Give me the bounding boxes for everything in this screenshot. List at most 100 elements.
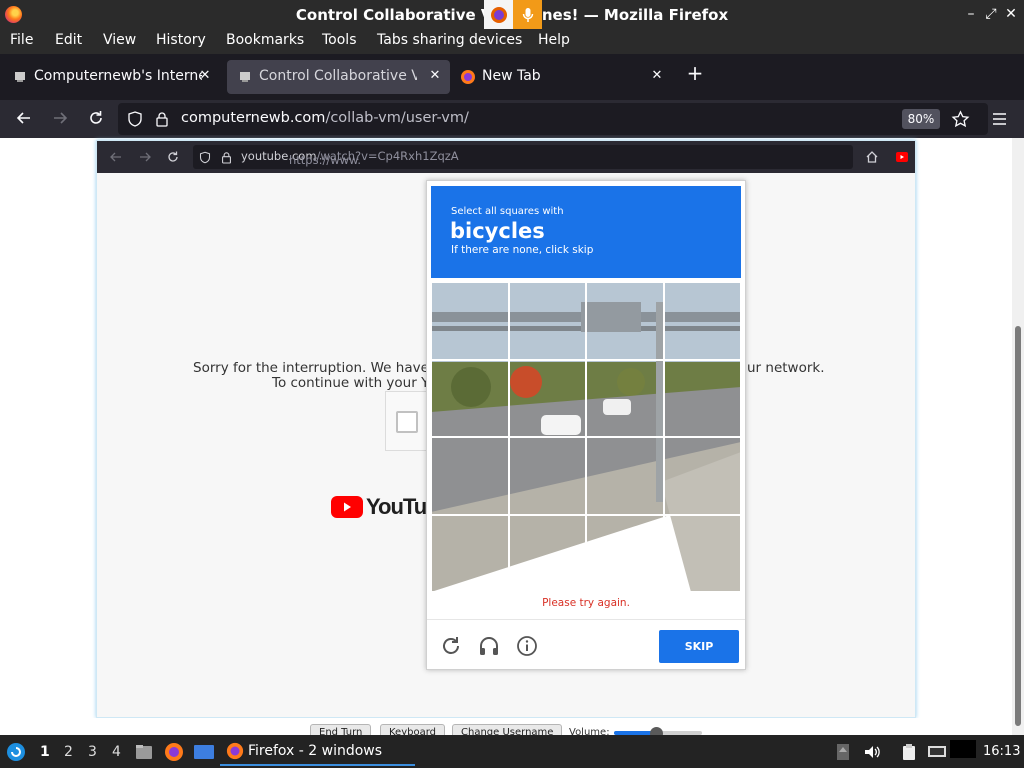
- new-tab-button[interactable]: +: [684, 62, 706, 84]
- skip-button[interactable]: SKIP: [659, 630, 739, 663]
- microphone-icon: [513, 0, 542, 29]
- firefox-launcher-icon[interactable]: [164, 742, 184, 762]
- captcha-tile[interactable]: [508, 359, 586, 437]
- captcha-hint: If there are none, click skip: [451, 244, 594, 256]
- tray-upload-icon[interactable]: [836, 743, 850, 761]
- menu-view[interactable]: View: [103, 32, 136, 48]
- zoom-level-badge[interactable]: 80%: [902, 109, 940, 129]
- captcha-tile[interactable]: [431, 514, 509, 592]
- captcha-target: bicycles: [450, 219, 545, 243]
- computernewb-favicon-icon: [240, 72, 250, 82]
- captcha-tile[interactable]: [431, 359, 509, 437]
- captcha-challenge: Select all squares with bicycles If ther…: [426, 180, 746, 670]
- taskbar-task-label: Firefox - 2 windows: [248, 743, 383, 759]
- reload-icon[interactable]: [439, 634, 463, 658]
- menu-history[interactable]: History: [156, 32, 206, 48]
- start-menu-icon[interactable]: [6, 742, 26, 762]
- volume-slider-thumb[interactable]: [650, 727, 663, 735]
- menu-edit[interactable]: Edit: [55, 32, 82, 48]
- menu-bookmarks[interactable]: Bookmarks: [226, 32, 304, 48]
- captcha-tile[interactable]: [663, 514, 741, 592]
- captcha-tile[interactable]: [663, 282, 741, 360]
- captcha-tile[interactable]: [663, 359, 741, 437]
- captcha-tile[interactable]: [431, 282, 509, 360]
- tab-close-button[interactable]: ✕: [648, 67, 666, 85]
- url-bar[interactable]: computernewb.com/collab-vm/user-vm/: [118, 103, 988, 135]
- vm-back-icon: [110, 152, 121, 162]
- tab-close-button[interactable]: ✕: [196, 67, 214, 85]
- minimize-button[interactable]: –: [962, 5, 980, 23]
- captcha-tile[interactable]: [431, 437, 509, 515]
- menu-tools[interactable]: Tools: [322, 32, 357, 48]
- firefox-favicon-icon: [461, 70, 475, 84]
- forward-button[interactable]: [49, 109, 71, 129]
- close-window-button[interactable]: ✕: [1002, 5, 1020, 23]
- captcha-image-grid: [431, 282, 741, 592]
- workspace-4[interactable]: 4: [112, 744, 121, 760]
- clock[interactable]: 16:13: [983, 744, 1020, 759]
- clipboard-icon[interactable]: [900, 743, 918, 761]
- tab-computernewb[interactable]: Computernewb's Internet ✕: [2, 60, 220, 94]
- page-scrollbar[interactable]: [1012, 138, 1024, 735]
- reload-icon: [90, 111, 102, 124]
- tab-new-tab[interactable]: New Tab ✕: [450, 60, 672, 94]
- captcha-header: Select all squares with bicycles If ther…: [431, 186, 741, 278]
- network-icon[interactable]: [927, 743, 947, 761]
- bookmark-star-icon[interactable]: [951, 110, 970, 129]
- volume-icon[interactable]: [863, 743, 881, 761]
- reload-button[interactable]: [85, 109, 107, 129]
- workspace-3[interactable]: 3: [88, 744, 97, 760]
- file-manager-icon[interactable]: [134, 742, 154, 762]
- end-turn-button[interactable]: End Turn: [310, 724, 372, 735]
- url-text[interactable]: computernewb.com/collab-vm/user-vm/: [181, 110, 469, 126]
- vm-url-bar: https://www. youtube.com/watch?v=Cp4Rxh1Z…: [193, 145, 853, 169]
- headphones-icon[interactable]: [477, 634, 501, 658]
- interruption-text-left: Sorry for the interruption. We have b: [193, 360, 442, 376]
- sharing-indicator[interactable]: [484, 0, 542, 29]
- captcha-tile[interactable]: [586, 359, 664, 437]
- captcha-tiles: [431, 282, 741, 592]
- restore-button[interactable]: ⤢: [982, 5, 1000, 23]
- taskbar-firefox-window[interactable]: Firefox - 2 windows: [220, 737, 415, 766]
- captcha-instruction: Select all squares with: [451, 206, 564, 217]
- keyboard-button[interactable]: Keyboard: [380, 724, 446, 735]
- vm-youtube-extension-icon: [896, 152, 908, 162]
- url-domain: computernewb.com: [181, 110, 326, 126]
- forward-arrow-icon: [54, 112, 68, 124]
- workspace-2[interactable]: 2: [64, 744, 73, 760]
- hamburger-menu-icon[interactable]: [991, 111, 1008, 127]
- shield-icon[interactable]: [127, 111, 143, 127]
- menu-help[interactable]: Help: [538, 32, 570, 48]
- tab-label: New Tab: [482, 68, 541, 84]
- captcha-tile[interactable]: [586, 282, 664, 360]
- captcha-tile[interactable]: [508, 282, 586, 360]
- captcha-tile[interactable]: [586, 514, 664, 592]
- captcha-tile[interactable]: [508, 514, 586, 592]
- tab-bar: Computernewb's Internet ✕ Control Collab…: [0, 54, 1024, 100]
- tab-label: Control Collaborative Virt: [259, 68, 417, 84]
- firefox-window-icon: [226, 742, 244, 760]
- vm-home-icon: [866, 151, 878, 163]
- scrollbar-thumb[interactable]: [1015, 326, 1021, 726]
- menu-file[interactable]: File: [10, 32, 33, 48]
- captcha-tile[interactable]: [586, 437, 664, 515]
- captcha-tile[interactable]: [508, 437, 586, 515]
- vm-url-text: https://www. youtube.com/watch?v=Cp4Rxh1Z…: [241, 149, 459, 167]
- info-icon[interactable]: [515, 634, 539, 658]
- navigation-bar: computernewb.com/collab-vm/user-vm/: [0, 100, 1024, 138]
- menu-tabs-sharing-devices[interactable]: Tabs sharing devices: [377, 32, 522, 48]
- workspace-1[interactable]: 1: [40, 744, 50, 760]
- vm-lock-icon: [222, 152, 231, 164]
- computernewb-favicon-icon: [15, 72, 25, 82]
- tab-close-button[interactable]: ✕: [426, 67, 444, 85]
- url-path: /collab-vm/user-vm/: [325, 110, 469, 126]
- tab-control-collaborative[interactable]: Control Collaborative Virt ✕: [227, 60, 450, 94]
- change-username-button[interactable]: Change Username: [452, 724, 563, 735]
- back-button[interactable]: [13, 109, 35, 129]
- vm-controls-bar: End Turn Keyboard Change Username Volume…: [0, 718, 1024, 735]
- captcha-tile[interactable]: [663, 437, 741, 515]
- vm-browser-navbar: https://www. youtube.com/watch?v=Cp4Rxh1Z…: [97, 141, 915, 173]
- desktop-icon[interactable]: [193, 742, 215, 762]
- recaptcha-checkbox[interactable]: [396, 411, 418, 433]
- lock-icon[interactable]: [155, 111, 169, 127]
